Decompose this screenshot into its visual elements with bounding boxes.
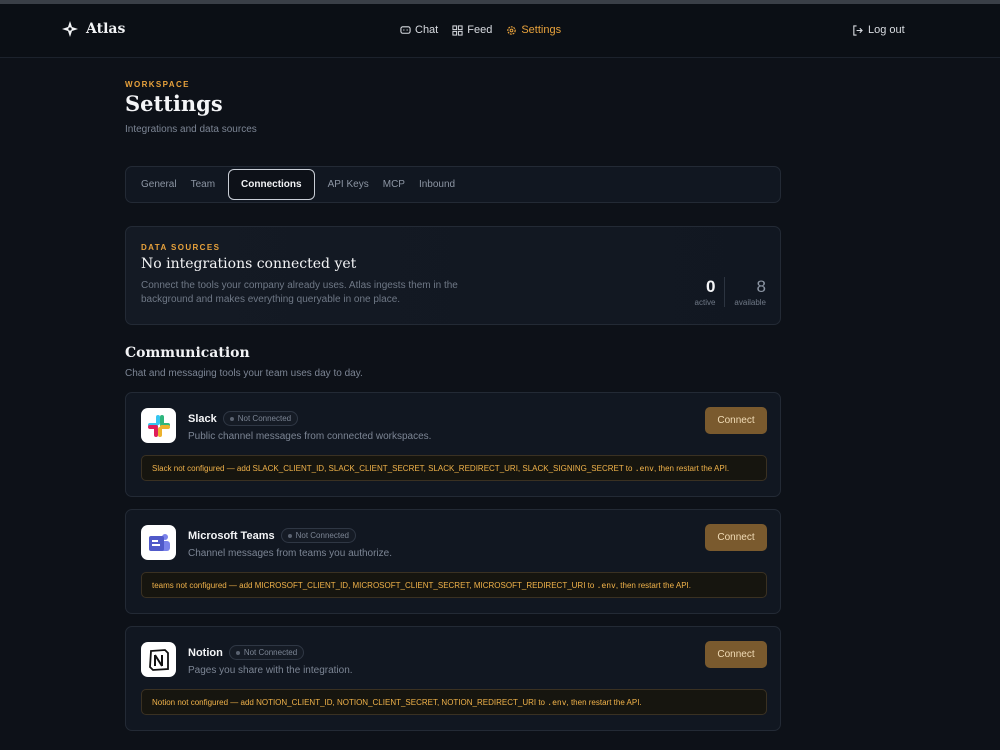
brand[interactable]: Atlas: [62, 21, 125, 37]
nav-link-chat[interactable]: Chat: [400, 24, 438, 36]
logout-label: Log out: [868, 24, 905, 36]
config-warning-text: Slack not configured — add SLACK_CLIENT_…: [152, 463, 633, 473]
section-title: Communication: [125, 345, 250, 361]
chat-icon: [400, 25, 411, 34]
integration-name: Microsoft Teams Not Connected: [188, 528, 356, 543]
data-sources-summary: DATA SOURCES No integrations connected y…: [125, 226, 781, 325]
config-warning-suffix: , then restart the API.: [653, 463, 730, 473]
status-badge: Not Connected: [228, 645, 305, 660]
status-dot-icon: [229, 416, 234, 421]
integration-name-text: Notion: [188, 646, 223, 659]
connect-notion-button[interactable]: Connect: [705, 641, 767, 668]
status-badge-label: Not Connected: [243, 648, 298, 657]
page-title: Settings: [125, 91, 223, 116]
nav-link-feed[interactable]: Feed: [452, 24, 492, 36]
teams-icon: [141, 525, 176, 560]
page-subtitle: Integrations and data sources: [125, 124, 257, 135]
integration-card-slack: Slack Not Connected Public channel messa…: [125, 392, 781, 497]
config-warning-code: .env: [596, 580, 616, 590]
integration-description: Channel messages from teams you authoriz…: [188, 548, 392, 559]
notion-icon: [141, 642, 176, 677]
integration-description: Public channel messages from connected w…: [188, 431, 432, 442]
status-badge-label: Not Connected: [237, 414, 292, 423]
config-warning-code: .env: [634, 463, 654, 473]
nav-link-settings-label: Settings: [521, 24, 562, 36]
integration-name-text: Slack: [188, 412, 217, 425]
stat-available: 8 available: [734, 277, 766, 307]
hero-description: Connect the tools your company already u…: [141, 280, 458, 305]
hero-eyebrow: DATA SOURCES: [141, 243, 221, 252]
slack-icon: [141, 408, 176, 443]
nav-links: Chat Feed Settings: [400, 24, 561, 36]
atlas-logo-icon: [62, 21, 78, 37]
connect-slack-button[interactable]: Connect: [705, 407, 767, 434]
grid-icon: [452, 24, 463, 36]
status-dot-icon: [235, 650, 240, 655]
section-subtitle: Chat and messaging tools your team uses …: [125, 368, 363, 379]
integration-card-teams: Microsoft Teams Not Connected Channel me…: [125, 509, 781, 614]
config-warning-suffix: , then restart the API.: [566, 697, 642, 707]
integration-name: Notion Not Connected: [188, 645, 305, 660]
stat-active-count: 0: [705, 277, 716, 296]
hero-title: No integrations connected yet: [141, 256, 357, 272]
tab-inbound[interactable]: Inbound: [418, 179, 468, 190]
config-warning: Notion not configured — add NOTION_CLIEN…: [141, 689, 767, 715]
config-warning-suffix: , then restart the API.: [615, 580, 691, 590]
connect-teams-button[interactable]: Connect: [705, 524, 767, 551]
tab-general[interactable]: General: [140, 179, 190, 190]
tab-api-keys[interactable]: API Keys: [327, 179, 382, 190]
nav-link-chat-label: Chat: [415, 24, 439, 36]
status-dot-icon: [287, 533, 292, 538]
integration-name: Slack Not Connected: [188, 411, 299, 426]
settings-tabs: General Team Connections API Keys MCP In…: [125, 166, 781, 203]
status-badge: Not Connected: [280, 528, 356, 543]
config-warning-text: Notion not configured — add NOTION_CLIEN…: [152, 697, 546, 707]
integration-stats: 0 active 8 available: [695, 277, 766, 307]
status-badge: Not Connected: [222, 411, 299, 426]
integration-name-text: Microsoft Teams: [188, 529, 275, 542]
config-warning-code: .env: [547, 697, 567, 707]
page-eyebrow: WORKSPACE: [125, 80, 190, 89]
gear-icon: [507, 25, 517, 35]
logout-icon: [853, 24, 863, 36]
top-nav: Atlas Chat Feed Settings Log out: [0, 4, 1000, 58]
config-warning: teams not configured — add MICROSOFT_CLI…: [141, 572, 767, 598]
stat-available-label: available: [734, 298, 766, 307]
stat-active: 0 active: [695, 277, 716, 307]
integration-description: Pages you share with the integration.: [188, 665, 353, 676]
brand-name: Atlas: [86, 21, 126, 37]
stat-available-count: 8: [756, 277, 766, 296]
status-badge-label: Not Connected: [295, 531, 349, 540]
config-warning-text: teams not configured — add MICROSOFT_CLI…: [152, 580, 595, 590]
integration-card-notion: Notion Not Connected Pages you share wit…: [125, 626, 781, 731]
config-warning: Slack not configured — add SLACK_CLIENT_…: [141, 455, 767, 481]
tab-connections[interactable]: Connections: [228, 169, 315, 200]
stat-divider: [724, 277, 726, 307]
nav-link-feed-label: Feed: [467, 24, 493, 36]
tab-team[interactable]: Team: [190, 179, 228, 190]
stat-active-label: active: [694, 298, 716, 307]
logout-button[interactable]: Log out: [852, 24, 905, 36]
tab-mcp[interactable]: MCP: [382, 179, 418, 190]
settings-content: WORKSPACE Settings Integrations and data…: [125, 80, 781, 731]
nav-link-settings[interactable]: Settings: [506, 24, 561, 36]
